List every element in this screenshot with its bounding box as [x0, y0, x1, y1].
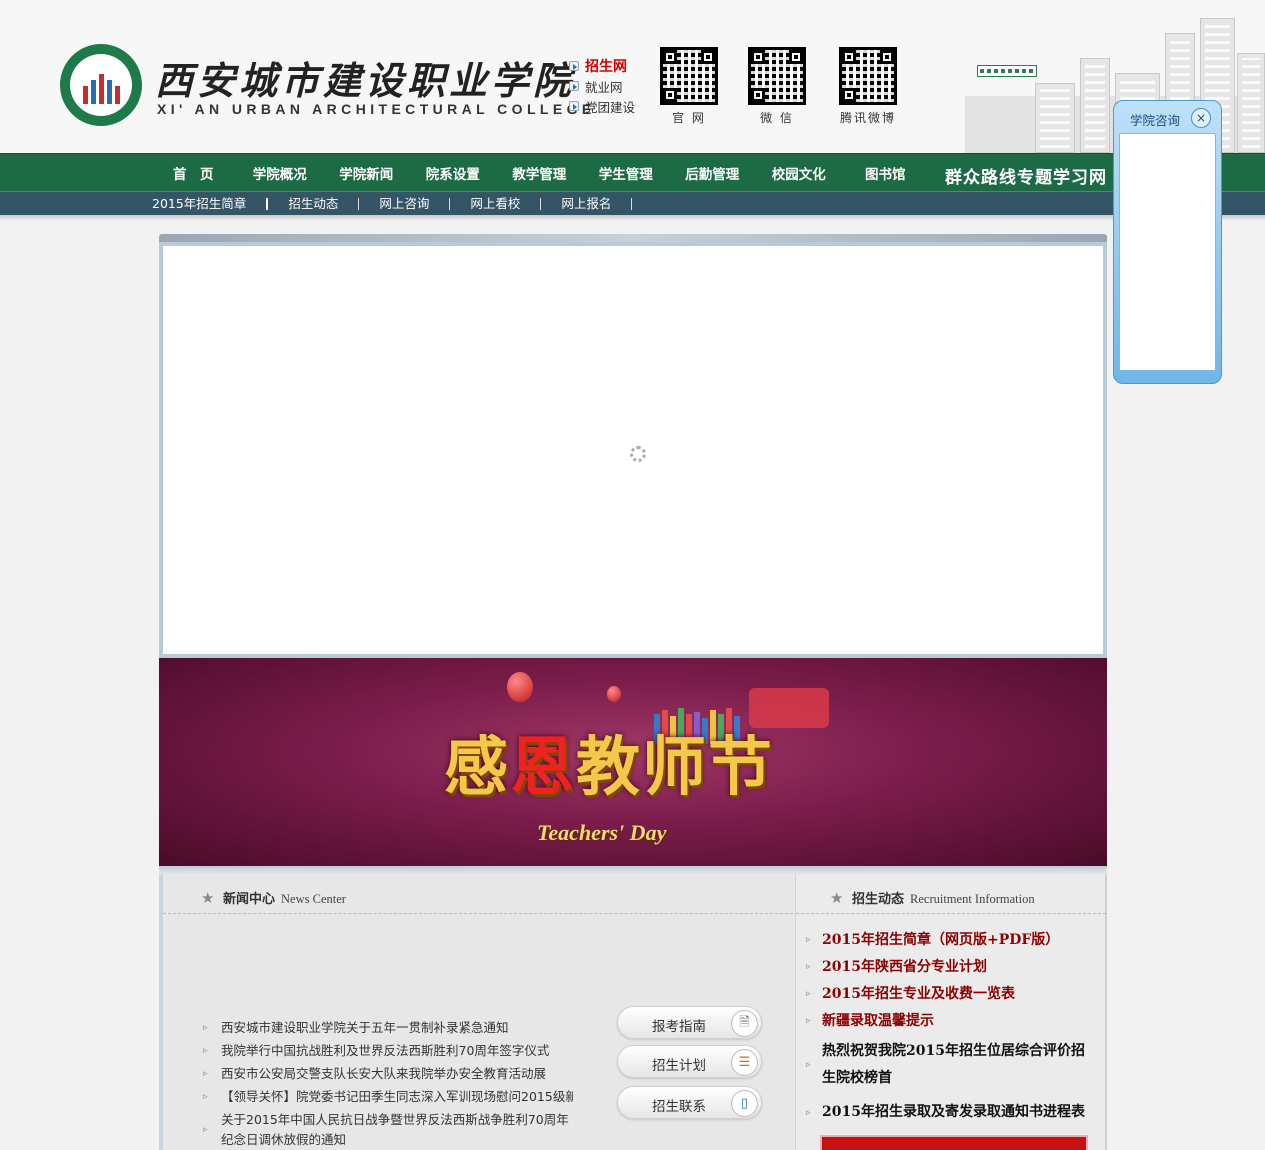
- site-header: 西安城市建设职业学院 XI' AN URBAN ARCHITECTURAL CO…: [0, 0, 1265, 153]
- teachers-day-banner[interactable]: 感恩教师节 Teachers' Day: [159, 658, 1107, 866]
- heart-balloon-icon: [607, 686, 621, 702]
- top-links: 招生网 就业网 党团建设: [569, 56, 635, 116]
- news-item[interactable]: ▹ 【领导关怀】院党委书记田季生同志深入军训现场慰问2015级新生: [203, 1087, 573, 1110]
- nav-about[interactable]: 学院概况: [237, 163, 324, 183]
- recruitment-item[interactable]: ▹ 2015年招生简章（网页版+PDF版）: [806, 930, 1098, 950]
- bullet-icon: ▹: [806, 935, 811, 945]
- consult-body[interactable]: [1119, 133, 1216, 371]
- bullet-icon: ▹: [203, 1125, 208, 1135]
- arrow-icon: [569, 61, 579, 71]
- qr-code-icon: [748, 47, 806, 105]
- close-icon[interactable]: ×: [1191, 108, 1211, 128]
- recruitment-title-en: Recruitment Information: [910, 892, 1035, 906]
- nav-news[interactable]: 学院新闻: [323, 163, 410, 183]
- subnav-admission-news[interactable]: 招生动态: [268, 197, 360, 210]
- star-icon: ★: [830, 889, 844, 907]
- qrcode-wechat[interactable]: 微 信: [748, 47, 806, 126]
- slider-viewport: [163, 246, 1103, 654]
- qr-code-icon: [660, 47, 718, 105]
- bullet-icon: ▹: [806, 989, 811, 999]
- document-icon: 🗎: [731, 1010, 758, 1037]
- banner-subtitle: Teachers' Day: [537, 820, 667, 845]
- arrow-icon: [569, 81, 579, 91]
- news-center-title[interactable]: 新闻中心: [223, 888, 275, 907]
- button-label: 招生联系: [652, 1099, 706, 1115]
- nav-logistics[interactable]: 后勤管理: [669, 163, 756, 183]
- college-name-en: XI' AN URBAN ARCHITECTURAL COLLEGE: [157, 101, 596, 117]
- bullet-icon: ▹: [806, 1060, 811, 1070]
- admission-contact-button[interactable]: 招生联系 ▯: [617, 1086, 762, 1119]
- college-name-cn[interactable]: 西安城市建设职业学院: [155, 50, 575, 105]
- qrcode-label: 腾讯微博: [839, 111, 896, 125]
- qrcode-official-site[interactable]: 官 网: [660, 47, 718, 126]
- subnav-online-apply[interactable]: 网上报名: [541, 197, 633, 210]
- banner-title: 感恩教师节: [444, 730, 774, 805]
- qr-code-icon: [839, 47, 897, 105]
- recruitment-info: ★ 招生动态 Recruitment Information ▹ 2015年招生简…: [795, 874, 1106, 1150]
- subnav-shadow: [0, 215, 1265, 221]
- nav-departments[interactable]: 院系设置: [410, 163, 497, 183]
- qrcode-tencent-weibo[interactable]: 腾讯微博: [839, 47, 897, 126]
- recruitment-item[interactable]: ▹ 2015年陕西省分专业计划: [806, 957, 1098, 977]
- arrow-icon: [569, 101, 579, 111]
- qrcode-label: 官 网: [672, 111, 706, 125]
- top-link-party[interactable]: 党团建设: [569, 96, 635, 116]
- news-item[interactable]: ▹ 我院举行中国抗战胜利及世界反法西斯胜利70周年签字仪式: [203, 1041, 573, 1064]
- nav-campus-culture[interactable]: 校园文化: [756, 163, 843, 183]
- bullet-icon: ▹: [203, 1023, 208, 1033]
- qrcode-label: 微 信: [760, 111, 794, 125]
- slider-frame-top: [159, 234, 1107, 242]
- phone-icon: ▯: [731, 1090, 758, 1117]
- news-center-header: ★ 新闻中心 News Center: [201, 888, 346, 907]
- main-nav: 首 页 学院概况 学院新闻 院系设置 教学管理 学生管理 后勤管理 校园文化 图…: [0, 153, 1265, 191]
- button-label: 招生计划: [652, 1058, 706, 1074]
- recruitment-item[interactable]: ▹ 2015年招生录取及寄发录取通知书进程表: [806, 1099, 1098, 1126]
- recruitment-header: ★ 招生动态 Recruitment Information: [830, 888, 1035, 907]
- subnav-brochure[interactable]: 2015年招生简章: [152, 197, 269, 210]
- divider: [163, 913, 793, 914]
- sub-nav: 2015年招生简章 招生动态 网上咨询 网上看校 网上报名: [0, 191, 1265, 215]
- news-list: ▹ 西安城市建设职业学院关于五年一贯制补录紧急通知 ▹ 我院举行中国抗战胜利及世界反…: [203, 1018, 573, 1150]
- list-icon: ☰: [731, 1049, 758, 1076]
- subnav-virtual-tour[interactable]: 网上看校: [450, 197, 542, 210]
- recruitment-title[interactable]: 招生动态: [852, 888, 904, 907]
- bullet-icon: ▹: [806, 962, 811, 972]
- recruitment-promo-banner[interactable]: [820, 1135, 1088, 1150]
- bullet-icon: ▹: [806, 1016, 811, 1026]
- top-link-employment[interactable]: 就业网: [569, 76, 635, 96]
- button-label: 报考指南: [652, 1019, 706, 1035]
- nav-teaching[interactable]: 教学管理: [496, 163, 583, 183]
- nav-students[interactable]: 学生管理: [583, 163, 670, 183]
- divider: [796, 913, 1106, 914]
- loading-spinner-icon: [630, 446, 646, 462]
- image-slider[interactable]: [159, 242, 1107, 658]
- heart-balloon-icon: [507, 672, 533, 702]
- news-item[interactable]: ▹ 西安城市建设职业学院关于五年一贯制补录紧急通知: [203, 1018, 573, 1041]
- content-top-shadow: [159, 866, 1107, 874]
- bullet-icon: ▹: [203, 1069, 208, 1079]
- college-emblem-icon[interactable]: [60, 44, 142, 126]
- train-illustration: [977, 65, 1037, 77]
- enrollment-plan-button[interactable]: 招生计划 ☰: [617, 1045, 762, 1078]
- nav-library[interactable]: 图书馆: [842, 163, 929, 183]
- consult-header: 学院咨询 ×: [1114, 101, 1221, 131]
- bullet-icon: ▹: [806, 1107, 811, 1118]
- news-center-title-en: News Center: [281, 892, 346, 906]
- news-item[interactable]: ▹ 关于2015年中国人民抗日战争暨世界反法西斯战争胜利70周年纪念日调休放假的通…: [203, 1110, 573, 1150]
- news-item[interactable]: ▹ 西安市公安局交警支队长安大队来我院举办安全教育活动展: [203, 1064, 573, 1087]
- nav-home[interactable]: 首 页: [150, 163, 237, 183]
- consult-widget: 学院咨询 ×: [1113, 100, 1222, 384]
- bullet-icon: ▹: [203, 1046, 208, 1056]
- bullet-icon: ▹: [203, 1092, 208, 1102]
- top-link-admissions[interactable]: 招生网: [569, 56, 635, 76]
- subnav-online-consult[interactable]: 网上咨询: [359, 197, 451, 210]
- recruitment-item[interactable]: ▹ 2015年招生专业及收费一览表: [806, 984, 1098, 1004]
- exam-guide-button[interactable]: 报考指南 🗎: [617, 1006, 762, 1039]
- recruitment-item[interactable]: ▹ 新疆录取温馨提示: [806, 1011, 1098, 1031]
- consult-title: 学院咨询: [1130, 113, 1181, 128]
- nav-mass-line-site[interactable]: 群众路线专题学习网: [945, 163, 1107, 188]
- star-icon: ★: [201, 889, 215, 907]
- recruitment-item[interactable]: ▹ 热烈祝贺我院2015年招生位居综合评价招生院校榜首: [806, 1038, 1098, 1092]
- recruitment-list: ▹ 2015年招生简章（网页版+PDF版） ▹ 2015年陕西省分专业计划 ▹ 201…: [806, 930, 1098, 1133]
